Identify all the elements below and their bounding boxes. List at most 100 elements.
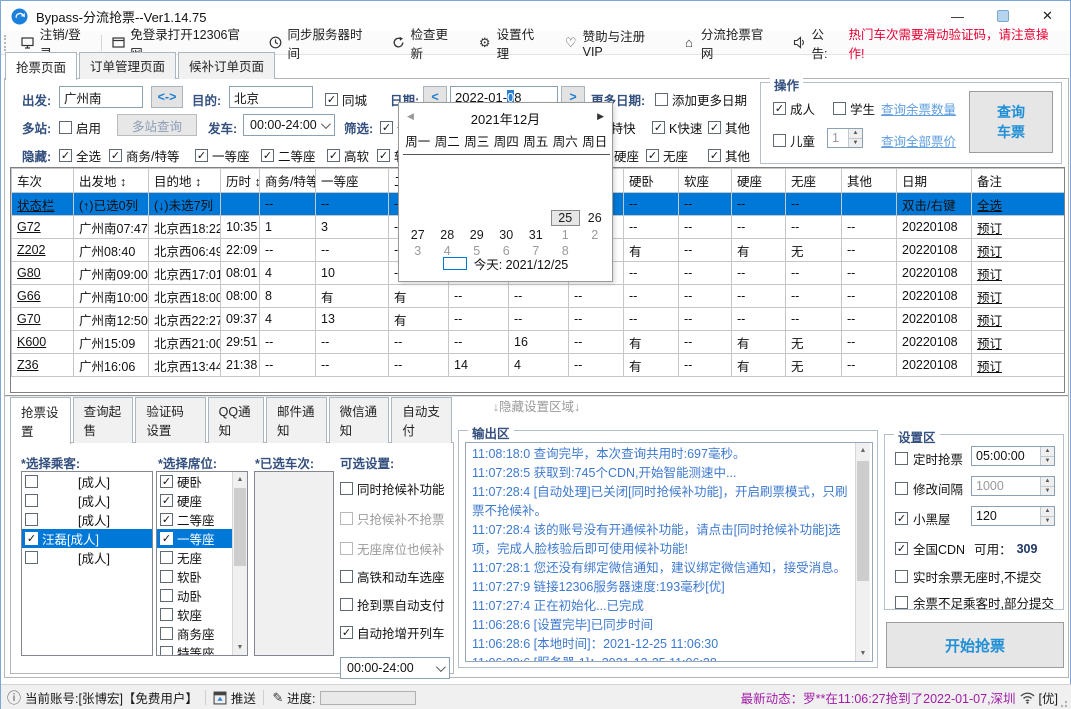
query-tickets-button[interactable]: 查询车票 <box>969 91 1053 153</box>
toolbar-item-1[interactable]: 注销/登录 <box>12 31 101 55</box>
calendar-day[interactable]: 1 <box>551 227 581 243</box>
passenger-item[interactable]: [成人] <box>22 510 152 529</box>
column-header[interactable]: 硬卧 <box>624 169 679 193</box>
tab-验证码设置[interactable]: 验证码设置 <box>135 397 205 443</box>
student-checkbox[interactable]: 学生 <box>833 99 875 118</box>
passenger-listbox[interactable]: [成人][成人][成人]汪磊[成人][成人] <box>21 471 153 656</box>
spinner-arrows[interactable]: ▲▼ <box>1040 477 1054 495</box>
spinner-up-icon[interactable]: ▲ <box>1041 507 1054 517</box>
hide-checkbox-无座[interactable]: 无座 <box>646 146 688 165</box>
checkbox-box[interactable] <box>25 475 38 488</box>
checkbox-box[interactable] <box>895 596 908 609</box>
tab-候补订单页面[interactable]: 候补订单页面 <box>178 52 275 79</box>
calendar-day[interactable]: 25 <box>551 210 581 226</box>
grab-time-range-combo[interactable]: 00:00-24:00 <box>340 657 450 679</box>
column-header[interactable]: 历时 ↕ <box>221 169 260 193</box>
enable-checkbox[interactable]: 启用 <box>59 118 101 137</box>
setting-checkbox-余票不足乘客时,部分提交[interactable]: 余票不足乘客时,部分提交 <box>895 593 1054 612</box>
scroll-thumb[interactable] <box>857 461 869 581</box>
resize-grip[interactable] <box>1060 698 1070 708</box>
table-row[interactable]: G66广州南10:00北京西18:0008:008有有-------------… <box>12 285 1066 308</box>
calendar-day[interactable]: 28 <box>433 227 463 243</box>
spinner-down-icon[interactable]: ▼ <box>1041 487 1054 496</box>
scroll-up-icon[interactable]: ▲ <box>233 472 247 487</box>
spinner-arrows[interactable]: ▲▼ <box>1040 507 1054 525</box>
checkbox-box[interactable] <box>895 512 908 525</box>
same-city-checkbox[interactable]: 同城 <box>325 90 367 109</box>
column-header[interactable]: 车次 <box>12 169 74 193</box>
checkbox-box[interactable] <box>261 149 274 162</box>
push-label[interactable]: 推送 <box>231 688 256 707</box>
column-header[interactable]: 备注 <box>972 169 1066 193</box>
spinner-arrows[interactable]: ▲▼ <box>1040 447 1054 465</box>
seat-item[interactable]: 软座 <box>157 605 232 624</box>
book-link[interactable]: 预订 <box>972 216 1066 239</box>
checkbox-box[interactable] <box>340 598 353 611</box>
checkbox-box[interactable] <box>160 532 173 545</box>
child-count-spinner[interactable]: 1▲▼ <box>827 128 863 148</box>
checkbox-box[interactable] <box>340 626 353 639</box>
same-city-box[interactable] <box>325 93 338 106</box>
checkbox-box[interactable] <box>340 512 353 525</box>
toolbar-item-7[interactable]: ⌂分流抢票官网 <box>673 31 784 55</box>
seat-item[interactable]: 硬卧 <box>157 472 232 491</box>
table-row[interactable]: K600广州15:09北京西21:0029:51--------16--有--有… <box>12 331 1066 354</box>
hide-checkbox-商务/特等[interactable]: 商务/特等 <box>109 146 179 165</box>
checkbox-box[interactable] <box>160 627 173 640</box>
child-checkbox[interactable]: 儿童 <box>773 131 815 150</box>
passenger-item[interactable]: [成人] <box>22 472 152 491</box>
passenger-item[interactable]: [成人] <box>22 491 152 510</box>
calendar-title[interactable]: 2021年12月 <box>399 109 612 128</box>
checkbox-box[interactable] <box>160 475 173 488</box>
output-log[interactable]: 11:08:18:0 查询完毕，本次查询共用时:697毫秒。11:07:28:5… <box>465 442 873 662</box>
column-header[interactable]: 无座 <box>786 169 842 193</box>
checkbox-box[interactable] <box>160 551 173 564</box>
multi-station-query-button[interactable]: 多站查询 <box>117 114 197 136</box>
toolbar-item-8[interactable]: 公告: <box>784 31 849 55</box>
checkbox-box[interactable] <box>340 570 353 583</box>
table-row[interactable]: Z36广州16:06北京西13:4421:38------144--有--有无-… <box>12 354 1066 377</box>
setting-checkbox-实时余票无座时,不提交[interactable]: 实时余票无座时,不提交 <box>895 567 1041 586</box>
checkbox-box[interactable] <box>59 149 72 162</box>
passenger-item[interactable]: 汪磊[成人] <box>22 529 152 548</box>
tab-QQ通知[interactable]: QQ通知 <box>208 397 264 443</box>
checkbox-box[interactable] <box>160 646 173 656</box>
hide-checkbox-二等座[interactable]: 二等座 <box>261 146 316 165</box>
checkbox-box[interactable] <box>25 532 38 545</box>
tab-订单管理页面[interactable]: 订单管理页面 <box>79 52 176 79</box>
checkbox-box[interactable] <box>25 494 38 507</box>
hide-checkbox-高软[interactable]: 高软 <box>327 146 369 165</box>
train-number-cell[interactable]: G66 <box>12 285 74 308</box>
checkbox-box[interactable] <box>109 149 122 162</box>
seat-item[interactable]: 软卧 <box>157 567 232 586</box>
option-checkbox-抢到票自动支付[interactable]: 抢到票自动支付 <box>340 595 445 614</box>
column-header[interactable]: 日期 <box>897 169 972 193</box>
checkbox-box[interactable] <box>380 121 393 134</box>
train-number-cell[interactable]: G72 <box>12 216 74 239</box>
book-link[interactable]: 预订 <box>972 285 1066 308</box>
toolbar-item-4[interactable]: 检查更新 <box>383 31 469 55</box>
calendar-day[interactable]: 27 <box>403 227 433 243</box>
column-header[interactable]: 出发地 ↕ <box>74 169 149 193</box>
checkbox-box[interactable] <box>708 149 721 162</box>
scroll-down-icon[interactable]: ▼ <box>856 646 870 661</box>
calendar-day[interactable]: 31 <box>521 227 551 243</box>
option-checkbox-自动抢增开列车[interactable]: 自动抢增开列车 <box>340 623 445 642</box>
calendar-footer[interactable]: 今天: 2021/12/25 <box>399 254 612 273</box>
spinner-up-icon[interactable]: ▲ <box>1041 477 1054 487</box>
toolbar-item-5[interactable]: ⚙设置代理 <box>469 31 555 55</box>
seat-listbox[interactable]: 硬卧硬座二等座一等座无座软卧动卧软座商务座特等座 ▲ ▼ <box>156 471 248 656</box>
seat-item[interactable]: 动卧 <box>157 586 232 605</box>
table-row[interactable]: G70广州南12:50北京西22:2709:37413有------------… <box>12 308 1066 331</box>
status-cell[interactable]: 全选 <box>972 193 1066 216</box>
checkbox-box[interactable] <box>160 494 173 507</box>
train-number-cell[interactable]: G80 <box>12 262 74 285</box>
setting-spinner[interactable]: 120▲▼ <box>971 506 1055 526</box>
checkbox-box[interactable] <box>340 542 353 555</box>
checkbox-box[interactable] <box>652 121 665 134</box>
calendar-prev-icon[interactable]: ◀ <box>407 111 414 122</box>
time-range-combo[interactable]: 00:00-24:00 <box>243 114 335 136</box>
checkbox-box[interactable] <box>340 482 353 495</box>
book-link[interactable]: 预订 <box>972 239 1066 262</box>
query-all-prices-link[interactable]: 查询全部票价 <box>881 131 956 150</box>
